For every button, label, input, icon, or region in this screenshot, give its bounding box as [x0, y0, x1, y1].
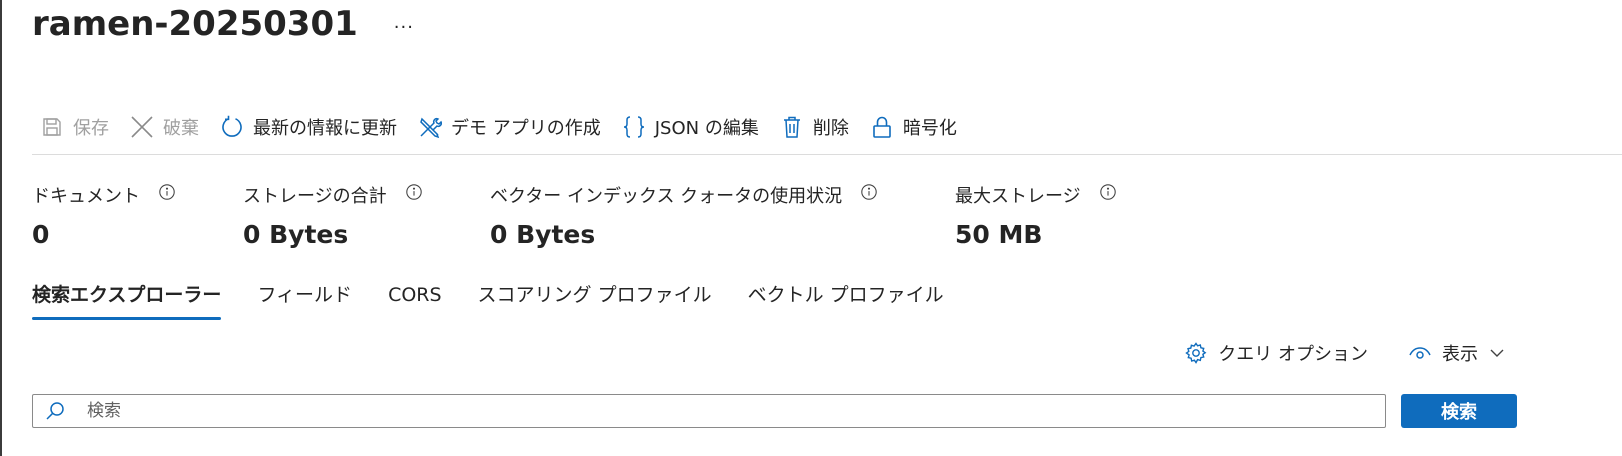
stat-max-storage-value: 50 MB	[955, 220, 1043, 249]
refresh-icon	[222, 115, 242, 137]
search-box	[32, 394, 1386, 428]
eye-icon	[1409, 347, 1431, 359]
tab-vector-profiles[interactable]: ベクトル プロファイル	[748, 280, 944, 318]
command-bar: 保存 破棄 最新の情報に更新 デモ アプリの作成 JSON の編集 削除 暗号化	[40, 112, 978, 142]
encrypt-label: 暗号化	[902, 118, 957, 139]
tab-scoring-profiles[interactable]: スコアリング プロファイル	[478, 280, 712, 318]
close-icon	[131, 116, 153, 138]
stat-documents: ドキュメント 0	[32, 180, 176, 249]
wrench-pencil-icon	[420, 117, 442, 139]
query-options-label: クエリ オプション	[1218, 344, 1368, 365]
more-actions-button[interactable]: ···	[394, 17, 414, 38]
refresh-label: 最新の情報に更新	[253, 118, 397, 139]
refresh-button[interactable]: 最新の情報に更新	[220, 112, 397, 142]
edit-json-button[interactable]: JSON の編集	[622, 112, 759, 142]
save-button[interactable]: 保存	[40, 112, 109, 142]
stat-max-storage-label: 最大ストレージ	[955, 186, 1081, 207]
stat-total-storage-value: 0 Bytes	[243, 220, 349, 249]
save-label: 保存	[73, 118, 109, 139]
stat-total-storage-label: ストレージの合計	[243, 186, 387, 207]
encrypt-button[interactable]: 暗号化	[870, 112, 957, 142]
tab-fields[interactable]: フィールド	[257, 280, 352, 318]
window-left-edge	[0, 0, 2, 456]
delete-button[interactable]: 削除	[780, 112, 849, 142]
info-icon[interactable]	[860, 183, 878, 201]
stat-vector-quota-value: 0 Bytes	[490, 220, 596, 249]
save-icon	[43, 118, 61, 136]
stat-max-storage: 最大ストレージ 50 MB	[955, 180, 1117, 249]
info-icon[interactable]	[405, 183, 423, 201]
stat-vector-quota-label: ベクター インデックス クォータの使用状況	[490, 186, 843, 207]
stat-total-storage: ストレージの合計 0 Bytes	[243, 180, 423, 249]
view-dropdown[interactable]: 表示	[1408, 340, 1506, 366]
discard-button[interactable]: 破棄	[130, 112, 199, 142]
stat-vector-quota: ベクター インデックス クォータの使用状況 0 Bytes	[490, 180, 878, 249]
search-input[interactable]	[85, 400, 1289, 422]
tab-search-explorer[interactable]: 検索エクスプローラー	[32, 280, 222, 320]
gear-icon	[1185, 342, 1207, 364]
delete-label: 削除	[812, 118, 849, 139]
stat-documents-value: 0	[32, 220, 50, 249]
chevron-down-icon	[1490, 349, 1504, 357]
index-tabs: 検索エクスプローラー フィールド CORS スコアリング プロファイル ベクトル…	[32, 280, 980, 322]
edit-json-label: JSON の編集	[654, 118, 759, 139]
search-button[interactable]: 検索	[1401, 394, 1517, 428]
trash-icon	[783, 116, 800, 138]
info-icon[interactable]	[1099, 183, 1117, 201]
lock-icon	[873, 116, 891, 138]
info-icon[interactable]	[158, 183, 176, 201]
tab-cors[interactable]: CORS	[388, 280, 441, 318]
toolbar-divider	[32, 154, 1622, 155]
search-icon	[46, 402, 64, 420]
braces-icon	[623, 116, 644, 138]
discard-label: 破棄	[163, 118, 199, 139]
query-options-button[interactable]: クエリ オプション	[1184, 340, 1368, 366]
stat-documents-label: ドキュメント	[32, 186, 140, 207]
create-demo-app-button[interactable]: デモ アプリの作成	[418, 112, 601, 142]
view-label: 表示	[1442, 344, 1478, 365]
search-options-bar: クエリ オプション 表示	[1184, 338, 1506, 368]
page-title: ramen-20250301	[32, 4, 358, 44]
page-header: ramen-20250301 ···	[32, 4, 414, 44]
demo-app-label: デモ アプリの作成	[451, 118, 601, 139]
